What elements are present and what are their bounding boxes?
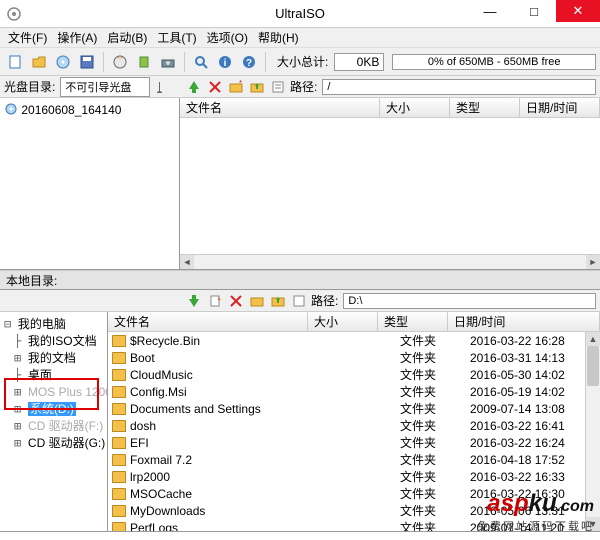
maximize-button[interactable]: □ (512, 0, 556, 22)
svg-text:?: ? (246, 58, 252, 69)
menu-help[interactable]: 帮助(H) (254, 29, 303, 46)
list-item[interactable]: Boot文件夹2016-03-31 14:13 (108, 349, 600, 366)
disc-dir-label: 光盘目录: (4, 78, 55, 95)
local-vscroll[interactable]: ▲▼ (585, 332, 600, 531)
svg-text:*: * (239, 80, 242, 88)
local-file-pane: 文件名 大小 类型 日期/时间 $Recycle.Bin文件夹2016-03-2… (108, 312, 600, 531)
local-file-list[interactable]: $Recycle.Bin文件夹2016-03-22 16:28Boot文件夹20… (108, 332, 600, 531)
delete-icon[interactable] (227, 292, 245, 310)
disc-toolbar-row: 光盘目录: 不可引导光盘 * 路径: / (0, 76, 600, 98)
menu-tools[interactable]: 工具(T) (153, 29, 200, 46)
props-icon[interactable] (269, 78, 287, 96)
menubar: 文件(F) 操作(A) 启动(B) 工具(T) 选项(O) 帮助(H) (0, 28, 600, 48)
disc-tree-pane: 20160608_164140 (0, 98, 180, 269)
note-icon[interactable] (153, 78, 171, 96)
disc-columns: 文件名 大小 类型 日期/时间 (180, 98, 600, 118)
up2-icon[interactable] (269, 292, 287, 310)
menu-file[interactable]: 文件(F) (4, 29, 51, 46)
titlebar: UltraISO — □ ✕ (0, 0, 600, 28)
disc-file-list[interactable] (180, 118, 600, 254)
list-item[interactable]: MSOCache文件夹2016-03-22 16:30 (108, 485, 600, 502)
add-icon[interactable] (185, 78, 203, 96)
tree-node[interactable]: ├ 桌面 (4, 367, 103, 384)
list-item[interactable]: EFI文件夹2016-03-22 16:24 (108, 434, 600, 451)
local-section-header: 本地目录: (0, 270, 600, 290)
list-item[interactable]: Foxmail 7.2文件夹2016-04-18 17:52 (108, 451, 600, 468)
tree-node[interactable]: ⊟ 我的电脑 (4, 316, 103, 333)
tree-node[interactable]: ⊞ MOS Plus 12005(C:) (4, 384, 103, 401)
disc-tree-root[interactable]: 20160608_164140 (4, 102, 175, 119)
app-icon (6, 6, 22, 22)
list-item[interactable]: Documents and Settings文件夹2009-07-14 13:0… (108, 400, 600, 417)
open-cd-icon[interactable] (52, 51, 74, 73)
disc-file-pane: 文件名 大小 类型 日期/时间 ◄► (180, 98, 600, 269)
mount-icon[interactable] (157, 51, 179, 73)
local-columns: 文件名 大小 类型 日期/时间 (108, 312, 600, 332)
main-toolbar: i ? 大小总计: 0KB 0% of 650MB - 650MB free (0, 48, 600, 76)
local-toolbar-row: 路径: D:\ (0, 290, 600, 312)
col-size[interactable]: 大小 (380, 98, 450, 117)
list-item[interactable]: PerfLogs文件夹2009-07-14 11:20 (108, 519, 600, 531)
minimize-button[interactable]: — (468, 0, 512, 22)
disc-split: 20160608_164140 文件名 大小 类型 日期/时间 ◄► (0, 98, 600, 270)
lcol-size[interactable]: 大小 (308, 312, 378, 331)
svg-text:i: i (224, 58, 227, 69)
tree-node[interactable]: ├ 我的ISO文档 (4, 333, 103, 350)
list-item[interactable]: dosh文件夹2016-03-22 16:41 (108, 417, 600, 434)
info-icon[interactable]: i (214, 51, 236, 73)
col-date[interactable]: 日期/时间 (520, 98, 600, 117)
col-name[interactable]: 文件名 (180, 98, 380, 117)
size-label: 大小总计: (277, 53, 328, 70)
save-icon[interactable] (76, 51, 98, 73)
size-value: 0KB (334, 53, 384, 71)
lcol-type[interactable]: 类型 (378, 312, 448, 331)
lcol-date[interactable]: 日期/时间 (448, 312, 600, 331)
local-dir-label: 本地目录: (6, 272, 57, 289)
tree-node[interactable]: ⊞ CD 驱动器(G:) (4, 435, 103, 452)
tree-node[interactable]: ⊞ 我的文档 (4, 350, 103, 367)
menu-action[interactable]: 操作(A) (53, 29, 101, 46)
local-path-input[interactable]: D:\ (343, 293, 596, 309)
lcol-name[interactable]: 文件名 (108, 312, 308, 331)
capacity-bar: 0% of 650MB - 650MB free (392, 54, 596, 70)
boot-select[interactable]: 不可引导光盘 (60, 77, 150, 97)
burn-icon[interactable] (109, 51, 131, 73)
addfile-icon[interactable] (206, 292, 224, 310)
menu-options[interactable]: 选项(O) (203, 29, 252, 46)
newfolder-icon[interactable]: * (227, 78, 245, 96)
find-icon[interactable] (190, 51, 212, 73)
compress-icon[interactable] (133, 51, 155, 73)
disc-hscroll[interactable]: ◄► (180, 254, 600, 269)
window-title: UltraISO (275, 6, 325, 21)
col-type[interactable]: 类型 (450, 98, 520, 117)
list-item[interactable]: CloudMusic文件夹2016-05-30 14:02 (108, 366, 600, 383)
tree-node[interactable]: ⊞ 系统(D:) (4, 401, 103, 418)
help-icon[interactable]: ? (238, 51, 260, 73)
list-item[interactable]: $Recycle.Bin文件夹2016-03-22 16:28 (108, 332, 600, 349)
window-controls: — □ ✕ (468, 0, 600, 22)
remove-icon[interactable] (206, 78, 224, 96)
list-item[interactable]: Config.Msi文件夹2016-05-19 14:02 (108, 383, 600, 400)
close-button[interactable]: ✕ (556, 0, 600, 22)
disc-path-label: 路径: (290, 78, 317, 95)
up-icon[interactable] (248, 78, 266, 96)
local-path-label: 路径: (311, 292, 338, 309)
newfolder2-icon[interactable] (248, 292, 266, 310)
list-item[interactable]: lrp2000文件夹2016-03-22 16:33 (108, 468, 600, 485)
tree-node[interactable]: ⊞ CD 驱动器(F:) (4, 418, 103, 435)
props2-icon[interactable] (290, 292, 308, 310)
extract-icon[interactable] (185, 292, 203, 310)
menu-boot[interactable]: 启动(B) (103, 29, 151, 46)
list-item[interactable]: MyDownloads文件夹2016-05-06 13:31 (108, 502, 600, 519)
local-tree-pane: ⊟ 我的电脑 ├ 我的ISO文档 ⊞ 我的文档 ├ 桌面 ⊞ MOS Plus … (0, 312, 108, 531)
disc-path-input[interactable]: / (322, 79, 596, 95)
new-icon[interactable] (4, 51, 26, 73)
open-icon[interactable] (28, 51, 50, 73)
local-split: ⊟ 我的电脑 ├ 我的ISO文档 ⊞ 我的文档 ├ 桌面 ⊞ MOS Plus … (0, 312, 600, 532)
